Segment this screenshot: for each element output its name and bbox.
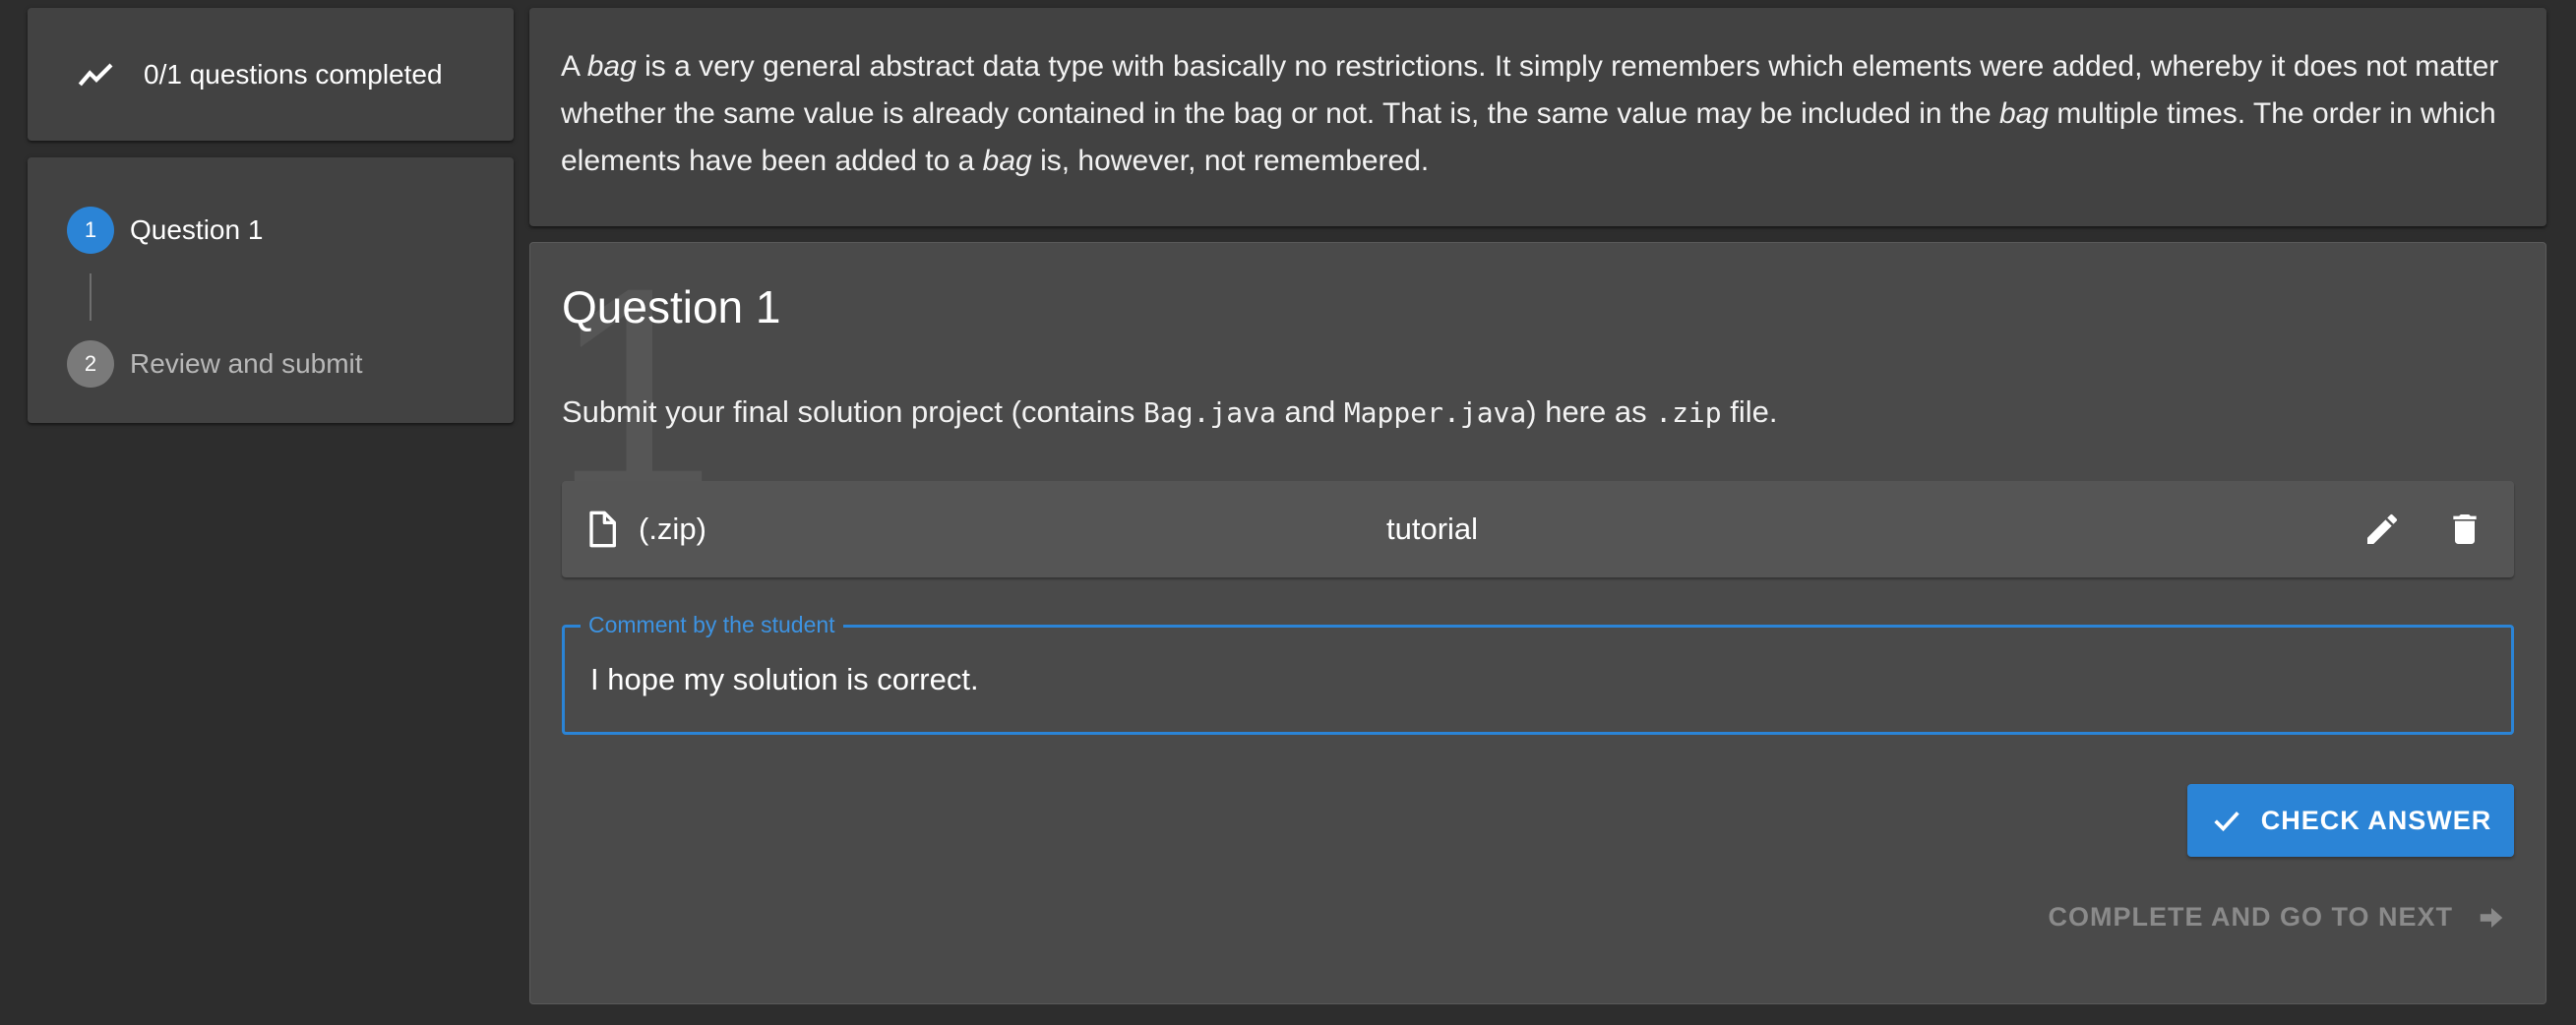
sidebar: 0/1 questions completed 1 Question 1 2 R… [28,8,514,423]
question-title: Question 1 [562,281,781,332]
comment-field-label: Comment by the student [581,612,843,638]
delete-icon [2453,514,2477,544]
file-name: tutorial [1386,512,1479,546]
question-text-part: and [1275,394,1344,429]
edit-icon [2367,513,2398,544]
check-answer-button[interactable]: CHECK ANSWER [2187,784,2514,857]
progress-label: 0/1 questions completed [144,58,443,90]
step-connector [90,273,92,321]
check-icon [2214,811,2239,832]
intro-text-part: is, however, not remembered. [1031,145,1430,177]
step-label: Question 1 [130,214,264,245]
file-icon [589,511,616,548]
question-text-part: Submit your final solution project (cont… [562,394,1144,429]
step-number: 1 [67,207,114,254]
intro-text-part: A [561,50,587,83]
edit-file-button[interactable] [2353,500,2412,559]
file-extension: (.zip) [639,512,706,546]
next-button-label: COMPLETE AND GO TO NEXT [2048,902,2453,932]
step-review-and-submit[interactable]: 2 Review and submit [28,340,514,388]
trending-up-icon [78,63,113,86]
step-label: Review and submit [130,348,363,379]
code-bag-java: Bag.java [1143,396,1276,429]
question-actions: CHECK ANSWER COMPLETE AND GO TO NEXT [562,784,2514,932]
question-text-part: file. [1721,394,1778,429]
code-mapper-java: Mapper.java [1343,396,1527,429]
stepper: 1 Question 1 2 Review and submit [28,157,514,423]
question-text: Submit your final solution project (cont… [562,394,2514,430]
arrow-right-icon [2480,907,2503,928]
comment-input[interactable] [590,662,2511,697]
check-answer-label: CHECK ANSWER [2260,805,2492,835]
intro-text: A bag is a very general abstract data ty… [561,43,2515,185]
main-content: A bag is a very general abstract data ty… [529,8,2546,1004]
question-card: 1 Question 1 Submit your final solution … [529,242,2546,1004]
delete-file-button[interactable] [2435,500,2494,559]
progress-card: 0/1 questions completed [28,8,514,141]
question-text-part: ) here as [1526,394,1656,429]
step-question-1[interactable]: 1 Question 1 [28,207,514,254]
uploaded-file-row: (.zip) tutorial [562,481,2514,577]
intro-term-bag: bag [982,145,1032,177]
intro-term-bag: bag [1999,97,2050,130]
intro-term-bag: bag [586,50,637,83]
step-number: 2 [67,340,114,388]
comment-field[interactable]: Comment by the student [562,612,2514,735]
intro-card: A bag is a very general abstract data ty… [529,8,2546,226]
complete-and-go-to-next-button[interactable]: COMPLETE AND GO TO NEXT [2048,902,2506,933]
code-zip: .zip [1655,396,1722,429]
